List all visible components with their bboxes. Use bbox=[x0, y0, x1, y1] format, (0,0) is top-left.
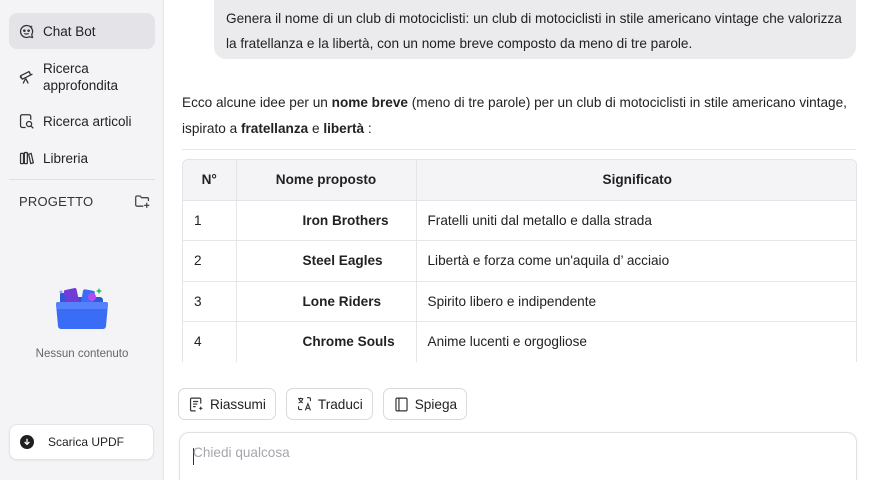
explain-button[interactable]: Spiega bbox=[382, 388, 468, 420]
name-meaning: Anime lucenti e orgogliose bbox=[416, 321, 856, 362]
separator-line bbox=[182, 149, 856, 150]
quick-actions: Riassumi Traduci Spiega bbox=[178, 388, 468, 420]
project-section-header: PROGETTO bbox=[19, 194, 151, 209]
table-row: 1 Iron Brothers Fratelli uniti dal metal… bbox=[183, 200, 856, 241]
column-header: Nome proposto bbox=[236, 160, 417, 201]
project-label: PROGETTO bbox=[19, 194, 94, 209]
intro-bold-part: nome breve bbox=[331, 95, 408, 110]
proposed-name: Iron Brothers bbox=[236, 200, 417, 241]
sidebar-item-ricerca-articoli[interactable]: Ricerca articoli bbox=[9, 111, 155, 131]
row-number: 3 bbox=[183, 281, 237, 322]
sidebar-item-libreria[interactable]: Libreria bbox=[9, 148, 155, 168]
proposed-name: Lone Riders bbox=[236, 281, 417, 322]
library-icon bbox=[17, 149, 35, 167]
download-updf-button[interactable]: Scarica UPDF bbox=[9, 424, 154, 460]
proposed-name: Steel Eagles bbox=[236, 240, 417, 282]
chat-input[interactable] bbox=[193, 445, 833, 460]
new-folder-icon[interactable] bbox=[134, 194, 151, 209]
explain-label: Spiega bbox=[414, 396, 458, 412]
summarize-icon bbox=[188, 396, 205, 413]
column-header: N° bbox=[183, 160, 237, 201]
sidebar-divider bbox=[9, 179, 155, 180]
name-meaning: Libertà e forza come un'aquila d’ acciai… bbox=[416, 240, 856, 282]
chatbot-icon bbox=[17, 22, 35, 40]
article-search-icon bbox=[17, 112, 35, 130]
assistant-intro-text: Ecco alcune idee per un nome breve (meno… bbox=[182, 90, 856, 142]
translate-button[interactable]: Traduci bbox=[285, 388, 373, 420]
user-message-bubble: Genera il nome di un club di motociclist… bbox=[214, 0, 856, 59]
sidebar-item-ricerca-approfondita[interactable]: Ricerca approfondita bbox=[9, 58, 155, 96]
names-table: N° Nome proposto Significato 1 Iron Brot… bbox=[182, 159, 857, 362]
telescope-icon bbox=[17, 68, 35, 86]
intro-text-part: : bbox=[364, 121, 372, 136]
table-row: 4 Chrome Souls Anime lucenti e orgoglios… bbox=[183, 321, 856, 362]
download-icon bbox=[20, 435, 34, 449]
sidebar: Chat Bot Ricerca approfondita Ricerca ar… bbox=[0, 0, 164, 480]
row-number: 2 bbox=[183, 240, 237, 282]
intro-text-part: Ecco alcune idee per un bbox=[182, 95, 332, 110]
empty-state-text: Nessun contenuto bbox=[35, 348, 129, 360]
sidebar-item-label: Libreria bbox=[43, 150, 89, 166]
table-row: 2 Steel Eagles Libertà e forza come un'a… bbox=[183, 240, 856, 282]
intro-bold-part: fratellanza bbox=[240, 121, 309, 136]
name-meaning: Fratelli uniti dal metallo e dalla strad… bbox=[416, 200, 856, 241]
intro-bold-part: libertà bbox=[323, 121, 365, 136]
intro-text-part: e bbox=[308, 121, 324, 136]
summarize-button[interactable]: Riassumi bbox=[178, 388, 276, 420]
proposed-name: Chrome Souls bbox=[236, 321, 417, 362]
book-icon bbox=[393, 396, 410, 413]
name-meaning: Spirito libero e indipendente bbox=[416, 281, 856, 322]
translate-label: Traduci bbox=[317, 396, 363, 412]
sidebar-item-chat-bot[interactable]: Chat Bot bbox=[9, 13, 155, 49]
chat-input-container[interactable] bbox=[179, 432, 857, 480]
sidebar-item-label: Ricerca articoli bbox=[43, 113, 132, 129]
empty-state: Nessun contenuto bbox=[0, 283, 164, 360]
table-header-row: N° Nome proposto Significato bbox=[183, 160, 856, 201]
sidebar-item-label: Chat Bot bbox=[43, 23, 96, 39]
column-header: Significato bbox=[416, 160, 856, 201]
summarize-label: Riassumi bbox=[210, 396, 266, 412]
table-row: 3 Lone Riders Spirito libero e indipende… bbox=[183, 281, 856, 322]
folder-illustration-icon bbox=[52, 283, 112, 338]
translate-icon bbox=[296, 396, 313, 413]
sidebar-item-label: Ricerca approfondita bbox=[43, 61, 119, 93]
row-number: 4 bbox=[183, 321, 237, 362]
download-label: Scarica UPDF bbox=[48, 435, 125, 449]
row-number: 1 bbox=[183, 200, 237, 241]
